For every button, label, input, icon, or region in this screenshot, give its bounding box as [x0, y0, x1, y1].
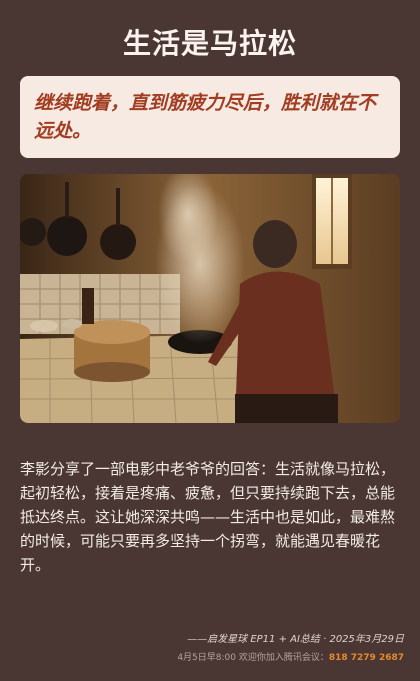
meeting-id[interactable]: 818 7279 2687: [329, 653, 404, 663]
page-title: 生活是马拉松: [122, 27, 297, 60]
quote-card: 继续跑着，直到筋疲力尽后，胜利就在不远处。: [20, 76, 400, 158]
source-credit: ——启发星球 EP11 + AI总结 · 2025年3月29日: [187, 634, 404, 645]
kitchen-photo: [20, 174, 400, 423]
meeting-notice: 4月5日早8:00 欢迎你加入腾讯会议：818 7279 2687: [177, 650, 404, 663]
meeting-notice-text: 4月5日早8:00 欢迎你加入腾讯会议：: [177, 653, 329, 663]
story-paragraph: 李影分享了一部电影中老爷爷的回答：生活就像马拉松，起初轻松，接着是疼痛、疲惫，但…: [20, 460, 396, 574]
quote-text: 继续跑着，直到筋疲力尽后，胜利就在不远处。: [34, 92, 377, 142]
